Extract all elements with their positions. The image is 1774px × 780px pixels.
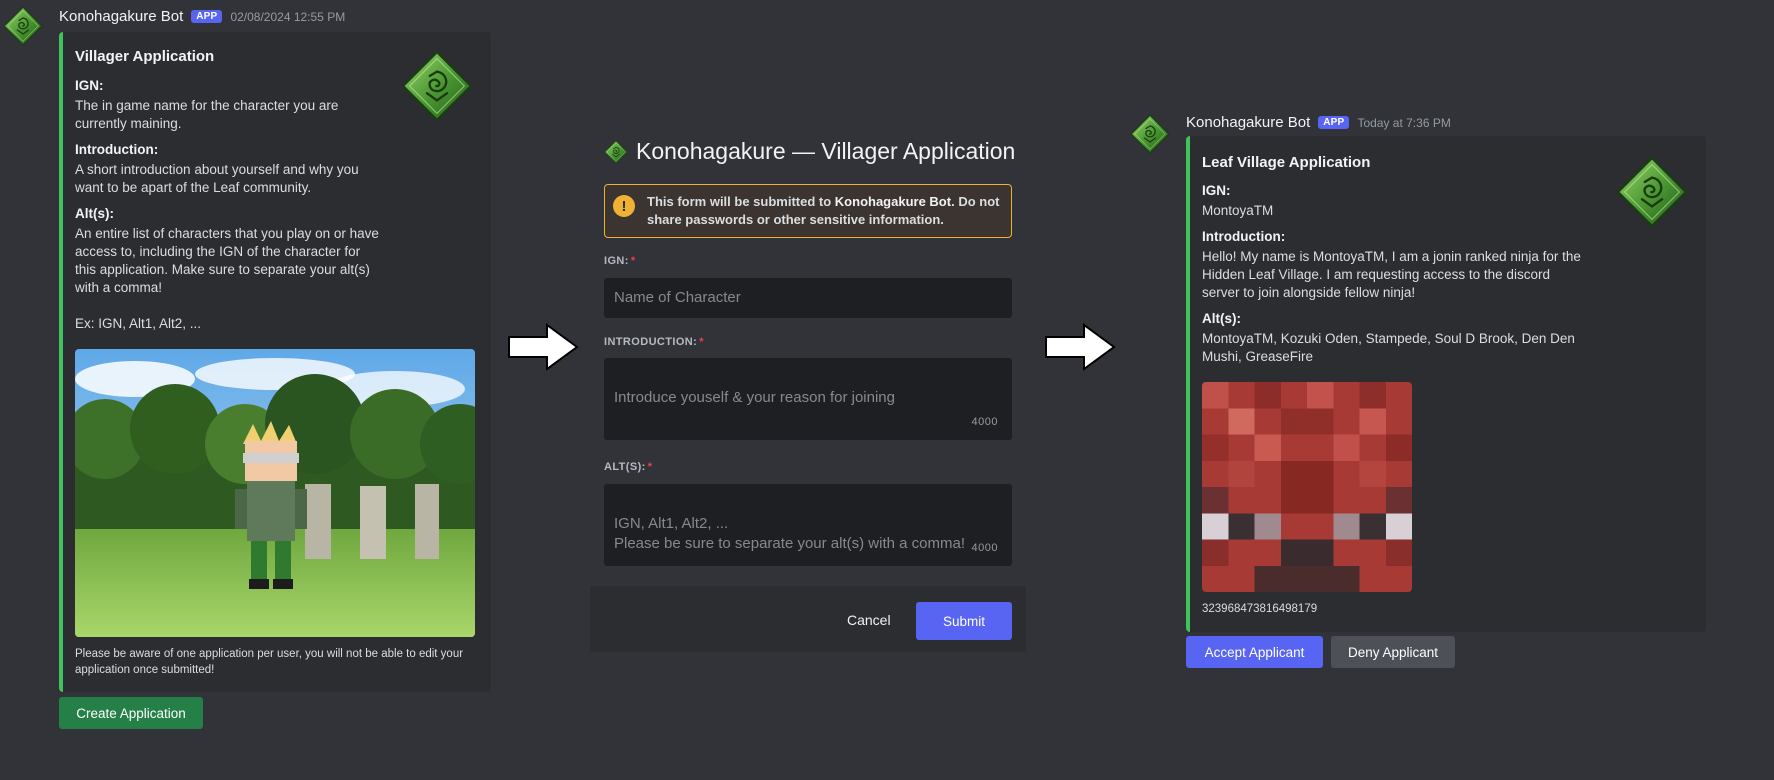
- warning-prefix: This form will be submitted to: [647, 194, 835, 209]
- field-value: MontoyaTM: [1202, 203, 1274, 218]
- timestamp[interactable]: 02/08/2024 12:55 PM: [230, 10, 345, 24]
- required-mark: *: [630, 255, 636, 267]
- right-arrow-icon: [508, 323, 579, 371]
- alts-label-text: ALT(S):: [604, 461, 646, 473]
- embed-title: Leaf Village Application: [1202, 154, 1371, 171]
- cancel-button[interactable]: Cancel: [847, 612, 891, 628]
- character-counter: 4000: [971, 542, 998, 554]
- introduction-input[interactable]: Introduce youself & your reason for join…: [604, 358, 1012, 440]
- app-badge: APP: [191, 10, 223, 23]
- required-mark: *: [647, 461, 653, 473]
- villager-application-embed: Villager Application IGN: The in game na…: [59, 32, 491, 692]
- accept-applicant-button[interactable]: Accept Applicant: [1186, 636, 1323, 668]
- embed-thumbnail[interactable]: [401, 50, 473, 122]
- field-name: Introduction:: [1202, 229, 1286, 244]
- submit-button[interactable]: Submit: [916, 602, 1012, 640]
- konoha-leaf-icon: [604, 139, 628, 164]
- konoha-leaf-icon: [402, 51, 472, 121]
- field-name: Introduction:: [75, 142, 159, 157]
- timestamp[interactable]: Today at 7:36 PM: [1357, 116, 1450, 130]
- konoha-leaf-icon: [3, 6, 43, 46]
- right-arrow-icon: [1045, 323, 1116, 371]
- introduction-label-text: INTRODUCTION:: [604, 336, 698, 348]
- warning-banner: ! This form will be submitted to Konohag…: [604, 184, 1012, 238]
- field-value: A short introduction about yourself and …: [75, 162, 359, 195]
- character-counter: 4000: [971, 416, 998, 428]
- introduction-placeholder: Introduce youself & your reason for join…: [614, 389, 895, 406]
- modal-title-text: Konohagakure — Villager Application: [636, 138, 1016, 164]
- create-application-button[interactable]: Create Application: [59, 697, 203, 729]
- embed-thumbnail[interactable]: [1616, 156, 1688, 228]
- field-name: IGN:: [1202, 183, 1231, 198]
- bot-avatar[interactable]: [1130, 114, 1170, 154]
- embed-image[interactable]: [75, 349, 475, 637]
- embed-footer: Please be aware of one application per u…: [75, 648, 464, 676]
- field-value: Hello! My name is MontoyaTM, I am a joni…: [1202, 249, 1581, 300]
- bot-name[interactable]: Konohagakure Bot: [59, 8, 183, 25]
- field-name: Alt(s):: [75, 206, 114, 221]
- modal-footer: Cancel Submit: [590, 586, 1026, 652]
- warning-text: This form will be submitted to Konohagak…: [647, 193, 1001, 229]
- deny-applicant-button[interactable]: Deny Applicant: [1331, 636, 1455, 668]
- field-value: The in game name for the character you a…: [75, 98, 339, 131]
- bot-name[interactable]: Konohagakure Bot: [1186, 114, 1310, 131]
- konoha-leaf-icon: [1130, 114, 1170, 154]
- embed-title: Villager Application: [75, 48, 215, 65]
- app-badge: APP: [1318, 116, 1350, 129]
- bot-avatar[interactable]: [3, 6, 43, 46]
- alts-input[interactable]: IGN, Alt1, Alt2, ... Please be sure to s…: [604, 484, 1012, 566]
- modal-title: Konohagakure — Villager Application: [604, 138, 1015, 165]
- field-value: MontoyaTM, Kozuki Oden, Stampede, Soul D…: [1202, 331, 1575, 364]
- message-header: Konohagakure Bot APP Today at 7:36 PM: [1186, 114, 1451, 131]
- field-name: IGN:: [75, 78, 104, 93]
- alts-label: ALT(S): *: [604, 461, 652, 473]
- alts-placeholder: IGN, Alt1, Alt2, ... Please be sure to s…: [614, 515, 965, 552]
- warning-icon: !: [613, 195, 635, 217]
- ign-label: IGN: *: [604, 255, 636, 267]
- leaf-village-application-embed: Leaf Village Application IGN: MontoyaTM …: [1186, 136, 1706, 632]
- ign-input[interactable]: Name of Character: [604, 278, 1012, 318]
- konoha-leaf-icon: [1617, 157, 1687, 227]
- introduction-label: INTRODUCTION: *: [604, 336, 704, 348]
- embed-image[interactable]: [1202, 382, 1412, 592]
- field-value: An entire list of characters that you pl…: [75, 226, 379, 331]
- ign-label-text: IGN:: [604, 255, 629, 267]
- message-header: Konohagakure Bot APP 02/08/2024 12:55 PM: [59, 8, 345, 25]
- applicant-id[interactable]: 323968473816498179: [1202, 603, 1317, 615]
- warning-bot-name: Konohagakure Bot: [834, 194, 952, 209]
- field-name: Alt(s):: [1202, 311, 1241, 326]
- required-mark: *: [699, 336, 704, 348]
